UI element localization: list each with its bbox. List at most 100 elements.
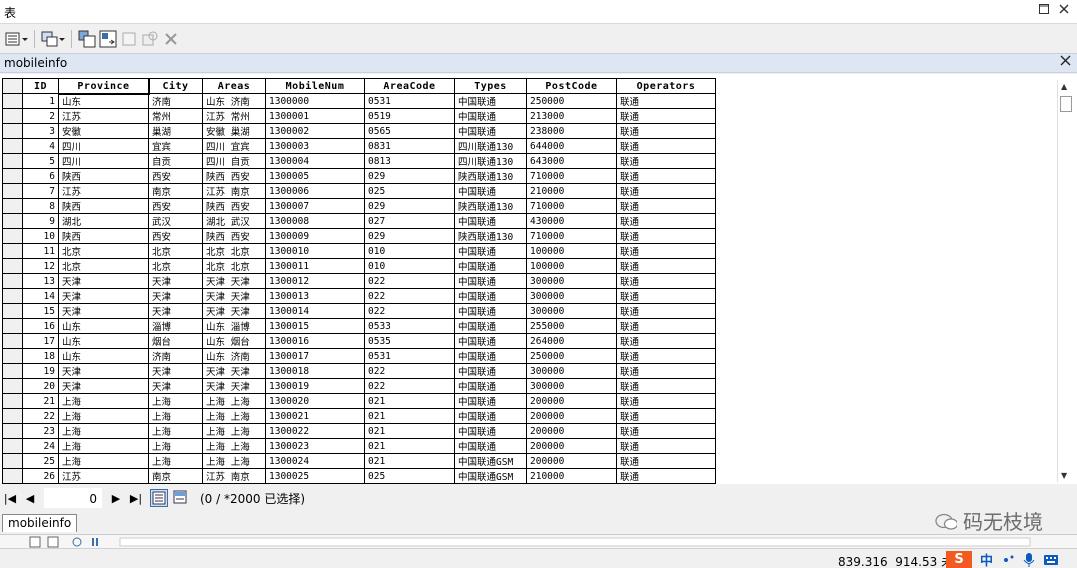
close-button[interactable]: [1057, 3, 1071, 19]
zoom-to-selected-button[interactable]: [141, 30, 159, 48]
cell-city[interactable]: 济南: [148, 348, 203, 364]
column-header-areacode[interactable]: AreaCode: [364, 78, 455, 94]
cell-postcode[interactable]: 210000: [526, 468, 617, 484]
cell-types[interactable]: 陕西联通130: [454, 168, 527, 184]
cell-areas[interactable]: 天津 天津: [202, 273, 266, 289]
cell-postcode[interactable]: 264000: [526, 333, 617, 349]
cell-city[interactable]: 烟台: [148, 333, 203, 349]
cell-id[interactable]: 8: [22, 198, 59, 214]
current-record-input[interactable]: 0: [44, 488, 102, 508]
row-selector[interactable]: [2, 423, 23, 439]
cell-areacode[interactable]: 0533: [364, 318, 455, 334]
cell-areacode[interactable]: 021: [364, 393, 455, 409]
cell-mobilenum[interactable]: 1300013: [265, 288, 365, 304]
cell-mobilenum[interactable]: 1300002: [265, 123, 365, 139]
cell-types[interactable]: 中国联通: [454, 303, 527, 319]
row-selector[interactable]: [2, 303, 23, 319]
cell-operators[interactable]: 联通: [616, 348, 716, 364]
cell-city[interactable]: 天津: [148, 288, 203, 304]
cell-province[interactable]: 陕西: [58, 228, 149, 244]
cell-city[interactable]: 上海: [148, 393, 203, 409]
table-row[interactable]: 15 天津 天津 天津 天津 1300014 022 中国联通 300000 联通: [2, 303, 716, 319]
cell-areas[interactable]: 四川 自贡: [202, 153, 266, 169]
cell-province[interactable]: 北京: [58, 243, 149, 259]
cell-province[interactable]: 江苏: [58, 183, 149, 199]
cell-types[interactable]: 中国联通GSM: [454, 453, 527, 469]
maximize-button[interactable]: [1037, 3, 1051, 19]
cell-areas[interactable]: 江苏 南京: [202, 183, 266, 199]
cell-operators[interactable]: 联通: [616, 258, 716, 274]
cell-city[interactable]: 南京: [148, 183, 203, 199]
cell-areacode[interactable]: 010: [364, 243, 455, 259]
table-row[interactable]: 9 湖北 武汉 湖北 武汉 1300008 027 中国联通 430000 联通: [2, 213, 716, 229]
cell-id[interactable]: 21: [22, 393, 59, 409]
cell-operators[interactable]: 联通: [616, 408, 716, 424]
cell-areacode[interactable]: 0531: [364, 93, 455, 109]
cell-types[interactable]: 中国联通: [454, 243, 527, 259]
cell-operators[interactable]: 联通: [616, 243, 716, 259]
cell-postcode[interactable]: 200000: [526, 423, 617, 439]
cell-city[interactable]: 天津: [148, 303, 203, 319]
cell-id[interactable]: 23: [22, 423, 59, 439]
cell-province[interactable]: 陕西: [58, 198, 149, 214]
cell-id[interactable]: 20: [22, 378, 59, 394]
cell-operators[interactable]: 联通: [616, 318, 716, 334]
cell-areas[interactable]: 上海 上海: [202, 393, 266, 409]
cell-types[interactable]: 中国联通: [454, 423, 527, 439]
cell-types[interactable]: 中国联通: [454, 438, 527, 454]
table-options-button[interactable]: [4, 30, 28, 48]
cell-areas[interactable]: 上海 上海: [202, 438, 266, 454]
column-header-city[interactable]: City: [148, 78, 203, 94]
cell-postcode[interactable]: 643000: [526, 153, 617, 169]
cell-city[interactable]: 宜宾: [148, 138, 203, 154]
ime-language[interactable]: 中: [980, 550, 993, 568]
cell-operators[interactable]: 联通: [616, 198, 716, 214]
cell-areacode[interactable]: 022: [364, 303, 455, 319]
cell-mobilenum[interactable]: 1300004: [265, 153, 365, 169]
clear-selection-button[interactable]: [120, 30, 138, 48]
cell-areas[interactable]: 天津 天津: [202, 288, 266, 304]
cell-postcode[interactable]: 644000: [526, 138, 617, 154]
cell-id[interactable]: 26: [22, 468, 59, 484]
cell-postcode[interactable]: 250000: [526, 348, 617, 364]
cell-types[interactable]: 中国联通: [454, 393, 527, 409]
cell-id[interactable]: 19: [22, 363, 59, 379]
column-header-province[interactable]: Province: [57, 77, 150, 95]
cell-operators[interactable]: 联通: [616, 453, 716, 469]
table-row[interactable]: 13 天津 天津 天津 天津 1300012 022 中国联通 300000 联通: [2, 273, 716, 289]
cell-areas[interactable]: 天津 天津: [202, 303, 266, 319]
table-row[interactable]: 22 上海 上海 上海 上海 1300021 021 中国联通 200000 联通: [2, 408, 716, 424]
cell-areacode[interactable]: 010: [364, 258, 455, 274]
table-row[interactable]: 23 上海 上海 上海 上海 1300022 021 中国联通 200000 联通: [2, 423, 716, 439]
cell-mobilenum[interactable]: 1300021: [265, 408, 365, 424]
cell-city[interactable]: 北京: [148, 243, 203, 259]
cell-postcode[interactable]: 300000: [526, 378, 617, 394]
column-header-mobilenum[interactable]: MobileNum: [265, 78, 365, 94]
cell-postcode[interactable]: 300000: [526, 288, 617, 304]
cell-areas[interactable]: 陕西 西安: [202, 168, 266, 184]
cell-city[interactable]: 上海: [148, 453, 203, 469]
cell-areacode[interactable]: 021: [364, 423, 455, 439]
cell-types[interactable]: 中国联通: [454, 273, 527, 289]
cell-mobilenum[interactable]: 1300011: [265, 258, 365, 274]
table-row[interactable]: 26 江苏 南京 江苏 南京 1300025 025 中国联通GSM 210000 联通: [2, 468, 716, 484]
cell-city[interactable]: 西安: [148, 168, 203, 184]
cell-types[interactable]: 中国联通: [454, 408, 527, 424]
cell-postcode[interactable]: 100000: [526, 258, 617, 274]
cell-province[interactable]: 陕西: [58, 168, 149, 184]
cell-id[interactable]: 17: [22, 333, 59, 349]
column-header-id[interactable]: ID: [22, 78, 59, 94]
cell-types[interactable]: 中国联通: [454, 123, 527, 139]
cell-operators[interactable]: 联通: [616, 438, 716, 454]
cell-id[interactable]: 5: [22, 153, 59, 169]
cell-areacode[interactable]: 0531: [364, 348, 455, 364]
cell-province[interactable]: 天津: [58, 378, 149, 394]
cell-areas[interactable]: 天津 天津: [202, 363, 266, 379]
cell-types[interactable]: 陕西联通130: [454, 228, 527, 244]
show-all-records-button[interactable]: [150, 489, 168, 507]
cell-postcode[interactable]: 710000: [526, 198, 617, 214]
cell-areacode[interactable]: 022: [364, 273, 455, 289]
column-header-postcode[interactable]: PostCode: [526, 78, 617, 94]
table-row[interactable]: 5 四川 自贡 四川 自贡 1300004 0813 四川联通130 643000 联通: [2, 153, 716, 169]
cell-types[interactable]: 中国联通: [454, 318, 527, 334]
